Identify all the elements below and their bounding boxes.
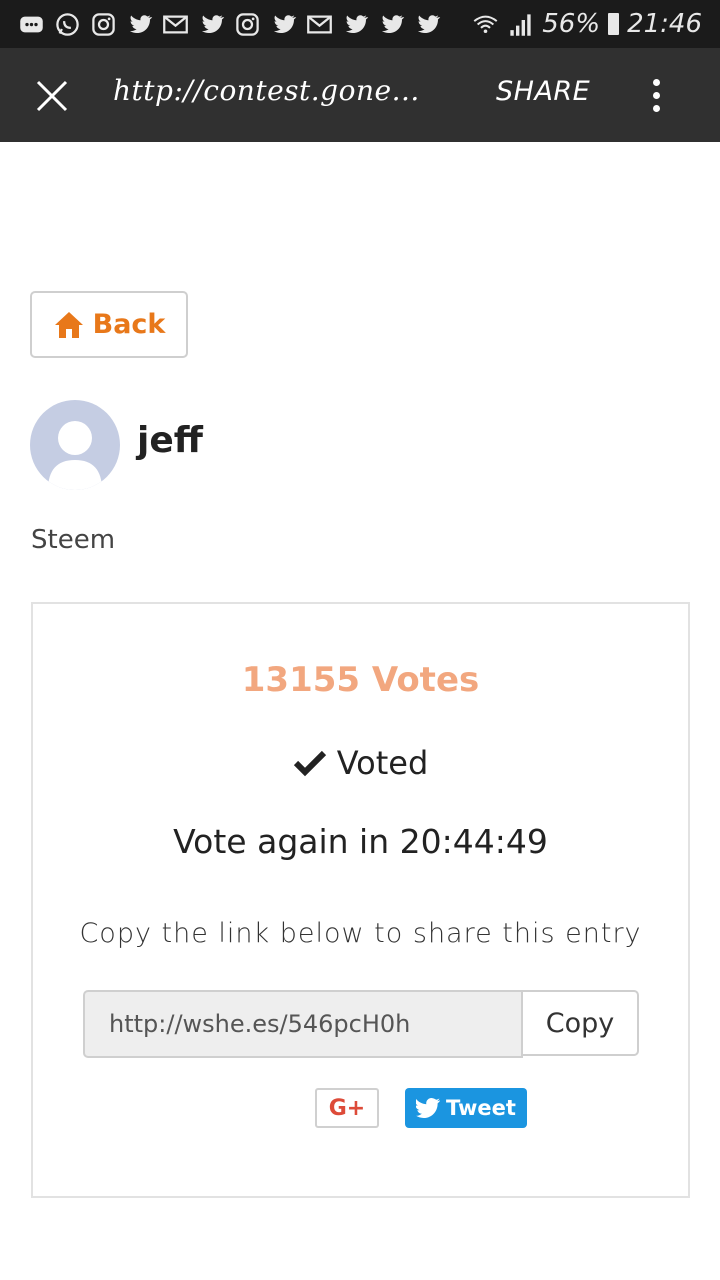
- battery-percent: 56%: [542, 9, 601, 39]
- username: jeff: [137, 420, 203, 461]
- gmail-icon: [162, 11, 189, 38]
- close-tab-button[interactable]: [32, 76, 78, 114]
- clock: 21:46: [627, 9, 702, 39]
- google-plus-share-button[interactable]: G+: [315, 1088, 379, 1128]
- instagram-icon: [234, 11, 261, 38]
- back-label: Back: [92, 309, 166, 340]
- user-silhouette-icon: [48, 421, 102, 490]
- overflow-menu-button[interactable]: [640, 74, 672, 116]
- copy-hint: Copy the link below to share this entry: [79, 918, 642, 949]
- wifi-icon: [472, 11, 499, 38]
- vote-card: 13155 Votes Voted Vote again in 20:44:49…: [31, 602, 690, 1198]
- voted-status: Voted: [33, 744, 688, 782]
- share-link-input[interactable]: [83, 990, 523, 1058]
- notification-icons: [18, 11, 441, 38]
- back-button[interactable]: Back: [30, 291, 188, 358]
- instagram-icon: [90, 11, 117, 38]
- twitter-icon: [416, 1098, 441, 1118]
- signal-icon: [507, 11, 534, 38]
- twitter-icon: [126, 11, 153, 38]
- message-icon: [18, 11, 45, 38]
- gmail-icon: [306, 11, 333, 38]
- twitter-icon: [270, 11, 297, 38]
- tweet-label: Tweet: [446, 1096, 516, 1120]
- tweet-button[interactable]: Tweet: [405, 1088, 527, 1128]
- copy-button[interactable]: Copy: [521, 990, 639, 1056]
- avatar: [30, 400, 120, 490]
- entry-title: Steem: [31, 525, 116, 555]
- url-display[interactable]: http://contest.gone...: [113, 74, 420, 107]
- home-icon: [54, 311, 83, 338]
- more-vert-icon: [652, 78, 660, 86]
- battery-icon: [608, 13, 620, 35]
- browser-toolbar: http://contest.gone... SHARE: [0, 48, 720, 142]
- twitter-icon: [198, 11, 225, 38]
- twitter-icon: [414, 11, 441, 38]
- whatsapp-icon: [54, 11, 81, 38]
- status-bar: 56% 21:46: [0, 0, 720, 48]
- google-plus-icon: G+: [328, 1095, 366, 1121]
- twitter-icon: [342, 11, 369, 38]
- voted-label: Voted: [336, 744, 429, 782]
- status-right: 56% 21:46: [472, 9, 702, 39]
- checkmark-icon: [293, 750, 326, 777]
- share-button[interactable]: SHARE: [496, 76, 590, 107]
- vote-again-timer: Vote again in 20:44:49: [173, 822, 548, 861]
- close-icon: [36, 80, 68, 112]
- twitter-icon: [378, 11, 405, 38]
- vote-count: 13155 Votes: [241, 660, 480, 700]
